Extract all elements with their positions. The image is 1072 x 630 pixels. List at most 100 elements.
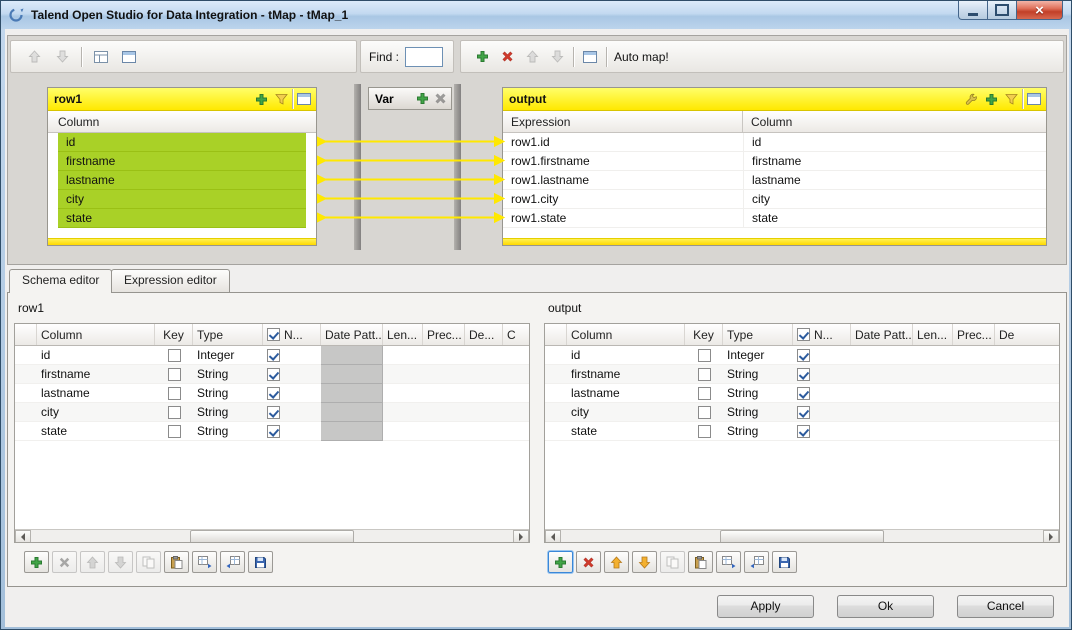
key-checkbox[interactable]: [698, 406, 711, 419]
window-view-icon[interactable]: [581, 48, 599, 66]
move-column-up-button[interactable]: [80, 551, 105, 573]
column-cell[interactable]: id: [743, 133, 1046, 151]
header-default[interactable]: De...: [465, 324, 503, 345]
titlebar[interactable]: Talend Open Studio for Data Integration …: [1, 1, 1071, 29]
key-checkbox[interactable]: [698, 368, 711, 381]
remove-output-icon[interactable]: [498, 48, 516, 66]
header-nullable[interactable]: N...: [263, 324, 321, 345]
expression-cell[interactable]: row1.id: [503, 133, 743, 151]
cell-column[interactable]: lastname: [567, 384, 685, 403]
key-checkbox[interactable]: [168, 349, 181, 362]
add-column-button[interactable]: [548, 551, 573, 573]
header-precision[interactable]: Prec...: [423, 324, 465, 345]
scroll-left-button[interactable]: [15, 530, 31, 543]
cell-column[interactable]: city: [37, 403, 155, 422]
sash-right[interactable]: [454, 84, 461, 250]
expression-cell[interactable]: row1.lastname: [503, 171, 743, 189]
remove-column-button[interactable]: [576, 551, 601, 573]
input-cell[interactable]: lastname: [58, 171, 306, 190]
add-filter-icon[interactable]: [982, 90, 1000, 108]
header-default[interactable]: De: [995, 324, 1059, 345]
header-column[interactable]: Column: [37, 324, 155, 345]
ok-button[interactable]: Ok: [837, 595, 934, 618]
apply-button[interactable]: Apply: [717, 595, 814, 618]
scrollbar-thumb[interactable]: [720, 530, 884, 543]
schema-row[interactable]: lastname String: [545, 384, 1059, 403]
input-table-header[interactable]: row1: [48, 88, 316, 111]
cancel-button[interactable]: Cancel: [957, 595, 1054, 618]
header-precision[interactable]: Prec...: [953, 324, 995, 345]
cell-type[interactable]: String: [723, 403, 793, 422]
input-row[interactable]: city: [48, 190, 316, 209]
import-schema-button[interactable]: [220, 551, 245, 573]
cell-type[interactable]: String: [723, 422, 793, 441]
nullable-checkbox[interactable]: [797, 425, 810, 438]
cell-type[interactable]: String: [193, 422, 263, 441]
key-checkbox[interactable]: [168, 387, 181, 400]
cell-column[interactable]: id: [567, 346, 685, 365]
remove-var-icon[interactable]: [431, 90, 449, 108]
export-schema-button[interactable]: [716, 551, 741, 573]
tab-expression-editor[interactable]: Expression editor: [111, 269, 230, 292]
cell-type[interactable]: String: [723, 384, 793, 403]
schema-row[interactable]: firstname String: [545, 365, 1059, 384]
paste-button[interactable]: [164, 551, 189, 573]
header-type[interactable]: Type: [723, 324, 793, 345]
schema-row[interactable]: lastname String: [15, 384, 529, 403]
output-row[interactable]: row1.idid: [503, 133, 1046, 152]
key-checkbox[interactable]: [698, 425, 711, 438]
nullable-checkbox[interactable]: [797, 387, 810, 400]
input-cell[interactable]: firstname: [58, 152, 306, 171]
expression-cell[interactable]: row1.city: [503, 190, 743, 208]
schema-row[interactable]: id Integer: [545, 346, 1059, 365]
move-down-icon[interactable]: [53, 48, 71, 66]
cell-column[interactable]: id: [37, 346, 155, 365]
cell-type[interactable]: Integer: [193, 346, 263, 365]
scrollbar-track[interactable]: [31, 530, 513, 543]
horizontal-scrollbar[interactable]: [545, 529, 1059, 543]
input-cell[interactable]: id: [58, 133, 306, 152]
header-column[interactable]: Column: [567, 324, 685, 345]
cell-date-pattern[interactable]: [851, 403, 913, 422]
grid-view-icon[interactable]: [92, 48, 110, 66]
output-row[interactable]: row1.statestate: [503, 209, 1046, 228]
add-var-icon[interactable]: [413, 90, 431, 108]
input-cell[interactable]: state: [58, 209, 306, 228]
minimize-button[interactable]: [958, 1, 988, 20]
import-schema-button[interactable]: [744, 551, 769, 573]
scrollbar-thumb[interactable]: [190, 530, 354, 543]
key-checkbox[interactable]: [168, 406, 181, 419]
window-view-icon[interactable]: [120, 48, 138, 66]
cell-type[interactable]: Integer: [723, 346, 793, 365]
cell-column[interactable]: firstname: [37, 365, 155, 384]
close-button[interactable]: [1017, 1, 1063, 20]
cell-date-pattern[interactable]: [851, 422, 913, 441]
expression-cell[interactable]: row1.state: [503, 209, 743, 227]
detach-window-icon[interactable]: [1025, 90, 1043, 108]
copy-button[interactable]: [136, 551, 161, 573]
add-filter-icon[interactable]: [252, 90, 270, 108]
cell-date-pattern[interactable]: [851, 346, 913, 365]
save-schema-button[interactable]: [772, 551, 797, 573]
input-row[interactable]: id: [48, 133, 316, 152]
cell-type[interactable]: String: [193, 365, 263, 384]
input-row[interactable]: state: [48, 209, 316, 228]
header-key[interactable]: Key: [155, 324, 193, 345]
schema-row[interactable]: city String: [15, 403, 529, 422]
nullable-checkbox[interactable]: [267, 349, 280, 362]
input-row[interactable]: lastname: [48, 171, 316, 190]
nullable-all-checkbox[interactable]: [267, 328, 280, 341]
filter-icon[interactable]: [1002, 90, 1020, 108]
add-output-icon[interactable]: [473, 48, 491, 66]
copy-button[interactable]: [660, 551, 685, 573]
schema-row[interactable]: id Integer: [15, 346, 529, 365]
scrollbar-track[interactable]: [561, 530, 1043, 543]
output-row[interactable]: row1.citycity: [503, 190, 1046, 209]
auto-map-button[interactable]: Auto map!: [614, 50, 669, 64]
output-table-header[interactable]: output: [503, 88, 1046, 111]
schema-row[interactable]: firstname String: [15, 365, 529, 384]
var-panel[interactable]: Var: [368, 87, 452, 110]
nullable-checkbox[interactable]: [797, 349, 810, 362]
add-column-button[interactable]: [24, 551, 49, 573]
schema-row[interactable]: state String: [545, 422, 1059, 441]
